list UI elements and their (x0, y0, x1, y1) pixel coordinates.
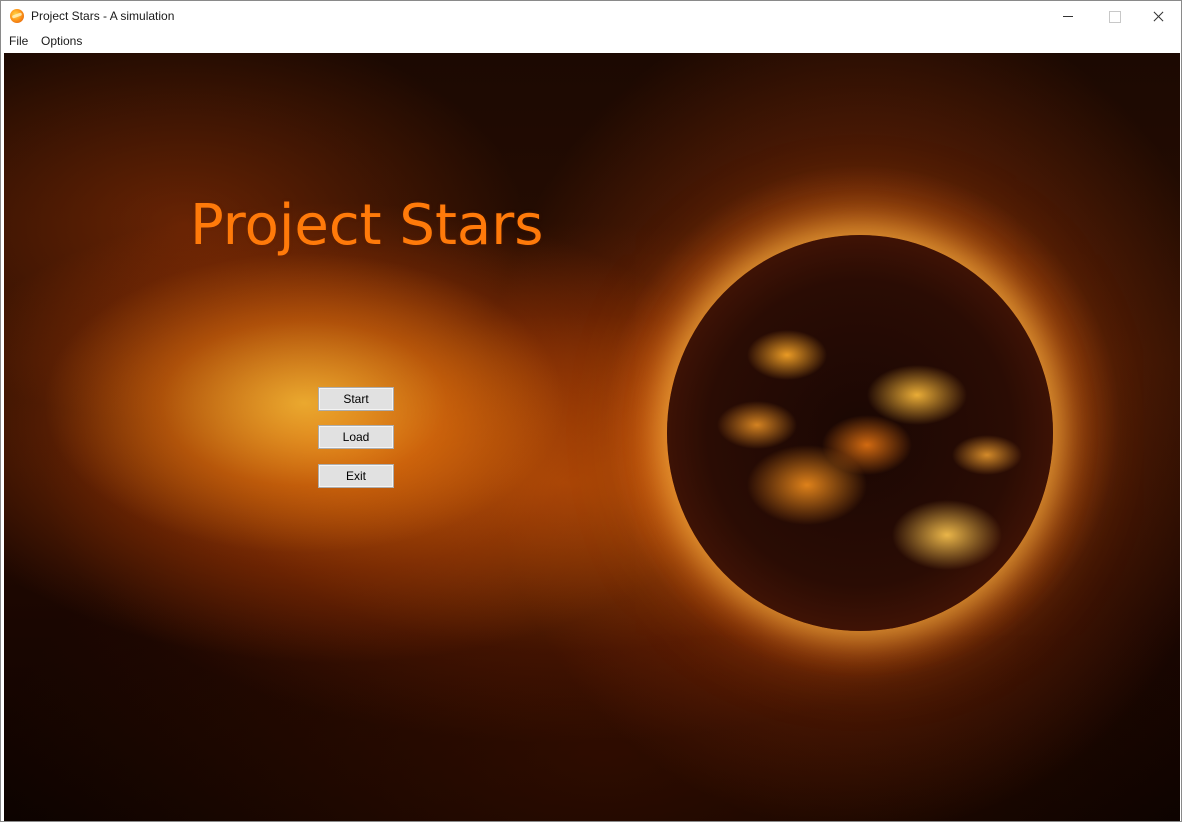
load-button[interactable]: Load (318, 425, 394, 449)
menu-bar: File Options (1, 31, 1181, 52)
close-button[interactable] (1135, 1, 1181, 31)
menu-file[interactable]: File (7, 34, 30, 48)
start-button[interactable]: Start (318, 387, 394, 411)
background-scene: Project Stars Start Load Exit (4, 53, 1180, 821)
title-bar[interactable]: Project Stars - A simulation (1, 1, 1181, 31)
game-title: Project Stars (190, 193, 544, 258)
menu-options[interactable]: Options (39, 34, 84, 48)
sun-image (667, 235, 1053, 631)
sun-icon (10, 9, 24, 23)
minimize-button[interactable] (1045, 1, 1091, 31)
exit-button[interactable]: Exit (318, 464, 394, 488)
maximize-button[interactable] (1091, 1, 1137, 31)
window-title: Project Stars - A simulation (31, 9, 175, 23)
app-window: Project Stars - A simulation File Option… (0, 0, 1182, 822)
